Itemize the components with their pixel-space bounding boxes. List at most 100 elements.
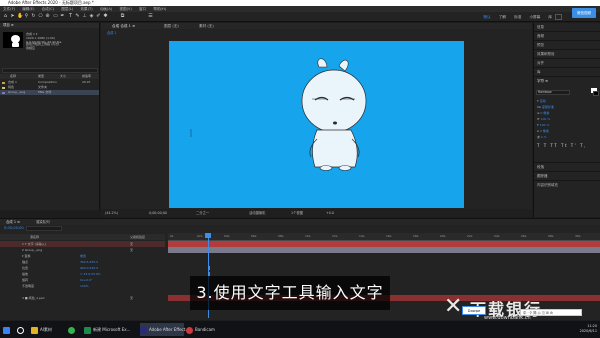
vertical-scale-value[interactable]: 100 % bbox=[541, 117, 551, 121]
menu-view[interactable]: 视图(V) bbox=[119, 7, 131, 11]
system-clock[interactable]: 11:20 2020/6/11 bbox=[580, 324, 597, 334]
tsume-row[interactable]: あ 0 % bbox=[537, 134, 599, 140]
taskbar-excel[interactable]: 新建 Microsoft Ex... bbox=[84, 323, 138, 336]
tab-render-queue[interactable]: 渲染队列 bbox=[36, 219, 50, 225]
workspace-standard[interactable]: 标准 bbox=[514, 15, 521, 19]
clock-date: 2020/6/11 bbox=[579, 329, 597, 333]
panel-tracker[interactable]: 跟踪器 bbox=[537, 174, 548, 179]
stroke-width-value[interactable]: 0 像素 bbox=[540, 111, 549, 115]
selection-tool-icon[interactable]: ➤ bbox=[10, 14, 15, 19]
horizontal-scale-value[interactable]: 100 % bbox=[540, 123, 550, 127]
tab-footage[interactable]: 素材 (无) bbox=[196, 23, 217, 29]
tab-comp-timeline[interactable]: 合成 1 ≡ bbox=[6, 219, 20, 225]
view-layout-select[interactable]: 1个视图 bbox=[291, 209, 303, 217]
taskbar-wechat[interactable] bbox=[68, 323, 80, 336]
playhead-handle[interactable] bbox=[205, 233, 211, 238]
workspace-learn[interactable]: 了解 bbox=[499, 15, 506, 19]
panel-align[interactable]: 对齐 bbox=[537, 61, 544, 66]
col-parent[interactable]: 父级和链接 bbox=[130, 234, 145, 240]
taskbar-folder[interactable]: AI素材 bbox=[31, 323, 65, 336]
camera-tool-icon[interactable]: ⎔ bbox=[38, 14, 43, 19]
zoom-tool-icon[interactable]: ⚲ bbox=[24, 14, 29, 19]
type-tool-icon[interactable]: T bbox=[68, 14, 73, 19]
tab-layer[interactable]: 图层 (无) bbox=[161, 23, 182, 29]
menu-window[interactable]: 窗口 bbox=[139, 7, 146, 11]
panel-paragraph[interactable]: 段落 bbox=[537, 165, 544, 170]
project-tab[interactable]: 项目 ≡ bbox=[0, 23, 99, 28]
camera-select[interactable]: 活动摄像机 bbox=[249, 209, 265, 217]
rectangle-tool-icon[interactable]: ▭ bbox=[53, 14, 58, 19]
rotate-tool-icon[interactable]: ↻ bbox=[31, 14, 36, 19]
kerning-value[interactable]: 度量标准 bbox=[542, 105, 554, 109]
panel-info[interactable]: 信息 bbox=[537, 25, 544, 30]
image-layer-bar[interactable] bbox=[168, 247, 600, 253]
floating-tag[interactable]: Dowpe bbox=[462, 306, 486, 315]
label-swatch bbox=[2, 81, 5, 84]
menu-animation[interactable]: 动画(A) bbox=[100, 7, 112, 11]
tsume-value[interactable]: 0 % bbox=[541, 135, 547, 139]
col-source-name[interactable]: 源名称 bbox=[30, 234, 39, 240]
time-ruler[interactable]: 0s 02s 04s 06s 08s 10s 12s 14s 16s 18s 2… bbox=[168, 233, 600, 240]
layer-property-row[interactable]: 不透明度 100% bbox=[0, 283, 165, 289]
ruler-tick: 02s bbox=[197, 234, 203, 238]
workspace-default[interactable]: 默认 bbox=[483, 15, 490, 19]
start-button[interactable] bbox=[3, 323, 13, 336]
align-icon[interactable]: ☰ bbox=[148, 14, 153, 19]
search-button[interactable] bbox=[17, 323, 27, 336]
faux-style-buttons[interactable]: T T TT Tt T' T, bbox=[537, 143, 587, 148]
panel-preview[interactable]: 预览 bbox=[537, 43, 544, 48]
home-icon[interactable]: ⌂ bbox=[3, 14, 8, 19]
col-size[interactable]: 大小 bbox=[60, 74, 66, 79]
eraser-tool-icon[interactable]: ◈ bbox=[89, 14, 94, 19]
col-fps[interactable]: 帧速率 bbox=[82, 74, 91, 79]
panel-audio[interactable]: 音频 bbox=[537, 34, 544, 39]
viewer-tabs: 合成 合成 1 ≡ 图层 (无) 素材 (无) bbox=[101, 23, 532, 29]
composition-canvas[interactable] bbox=[169, 41, 464, 208]
workspace-libraries[interactable]: 库 bbox=[548, 15, 552, 19]
help-search-input[interactable] bbox=[555, 14, 562, 20]
resolution-select[interactable]: 二分之一 bbox=[196, 209, 209, 217]
clone-stamp-tool-icon[interactable]: ⊥ bbox=[82, 14, 87, 19]
menu-help[interactable]: 帮助(H) bbox=[153, 7, 166, 11]
pan-behind-tool-icon[interactable]: ⊕ bbox=[45, 14, 50, 19]
puppet-tool-icon[interactable]: ✱ bbox=[103, 14, 108, 19]
hand-tool-icon[interactable]: ✋ bbox=[17, 14, 23, 19]
menu-layer[interactable]: 图层(L) bbox=[61, 7, 73, 11]
ruler-tick: 14s bbox=[359, 234, 365, 238]
menu-effect[interactable]: 效果(T) bbox=[80, 7, 92, 11]
taskbar-bandicam[interactable]: Bandicam bbox=[186, 323, 224, 336]
stroke-color-swatch[interactable] bbox=[593, 91, 599, 96]
layer-parent[interactable]: 无 bbox=[130, 295, 133, 301]
col-name[interactable]: 名称 bbox=[10, 74, 16, 79]
pen-tool-icon[interactable]: ✒ bbox=[60, 14, 65, 19]
font-family-select[interactable]: Rainbow bbox=[536, 90, 570, 95]
comp-breadcrumb[interactable]: 合成 1 bbox=[101, 30, 116, 35]
current-time-display[interactable]: 0;00;00;00 bbox=[149, 209, 167, 217]
ime-toolbar[interactable]: 中 · ⚲ 简 ◎ ◫ ⊞ ⚙ bbox=[520, 309, 582, 316]
baseline-value[interactable]: 0 像素 bbox=[540, 129, 549, 133]
workspace-small-screen[interactable]: 小屏幕 bbox=[529, 15, 540, 19]
ruler-tick: 12s bbox=[332, 234, 338, 238]
tab-composition[interactable]: 合成 合成 1 ≡ bbox=[109, 23, 138, 29]
panel-character[interactable]: 字符 ≡ bbox=[537, 79, 548, 84]
col-type[interactable]: 类型 bbox=[38, 74, 44, 79]
taskbar-after-effects[interactable]: Adobe After Effect... bbox=[140, 323, 189, 336]
layer-row[interactable]: 3 ■ 纯色_1.psd 无 bbox=[0, 295, 165, 301]
menu-file[interactable]: 文件(F) bbox=[3, 7, 15, 11]
panel-content-aware-fill[interactable]: 内容识别填充 bbox=[537, 183, 558, 188]
project-search-input[interactable] bbox=[2, 68, 98, 73]
panel-libraries[interactable]: 库 bbox=[537, 70, 541, 75]
exposure-value[interactable]: +0.0 bbox=[326, 209, 334, 217]
menu-edit[interactable]: 编辑(E) bbox=[22, 7, 34, 11]
panel-effects-presets[interactable]: 效果和预设 bbox=[537, 52, 555, 57]
timeline-timecode[interactable]: 0;00;00;00 bbox=[4, 226, 24, 230]
roto-brush-tool-icon[interactable]: ✐ bbox=[96, 14, 101, 19]
project-item-selected[interactable]: Group_.png PNG 文件 bbox=[0, 90, 99, 95]
magnification-select[interactable]: (44.2%) bbox=[105, 209, 118, 217]
timeline-search-input[interactable] bbox=[26, 226, 62, 231]
leading-value[interactable]: 自动 bbox=[540, 99, 546, 103]
menu-composition[interactable]: 合成(C) bbox=[42, 7, 55, 11]
brush-tool-icon[interactable]: ✎ bbox=[75, 14, 80, 19]
snapping-icon[interactable]: ⧉ bbox=[120, 14, 125, 19]
property-value[interactable]: 100% bbox=[80, 283, 89, 289]
